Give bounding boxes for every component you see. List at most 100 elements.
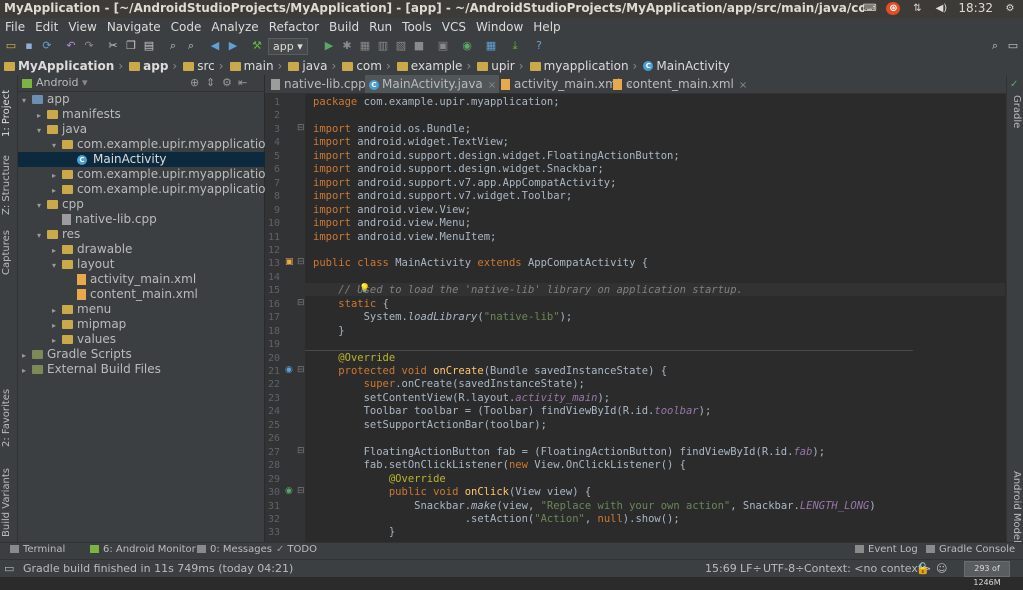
chevron-right-icon[interactable]: ▸ [22,363,32,377]
project-tree-item[interactable]: ▸ mipmap [18,317,298,332]
status-message[interactable]: Gradle build finished in 11s 749ms (toda… [23,562,293,575]
run-icon[interactable]: ▶ [322,39,336,53]
project-tree-item[interactable]: native-lib.cpp [18,212,298,227]
event-log-tool-button[interactable]: Event Log [855,544,918,555]
settings-gear-icon[interactable]: ⚙ [222,76,232,89]
menu-view[interactable]: View [63,20,101,34]
open-folder-icon[interactable]: ▭ [4,39,18,53]
terminal-tool-button[interactable]: Terminal [10,544,65,555]
menu-build[interactable]: Build [324,20,364,34]
project-tree-item[interactable]: ▸ manifests [18,107,283,122]
chevron-down-icon[interactable]: ▾ [37,198,47,212]
app-indicator-icon[interactable]: ⊛ [886,1,901,15]
save-all-icon[interactable]: ▪ [22,39,36,53]
status-panel-icon[interactable]: ▭ [4,562,14,575]
chevron-down-icon[interactable]: ▾ [22,93,32,107]
sync-scroll-icon[interactable]: ⊕ [190,76,199,89]
menu-window[interactable]: Window [471,20,528,34]
favorites-tool-tab[interactable]: 2: Favorites [1,389,12,447]
code-editor[interactable]: package com.example.upir.myapplication; i… [305,94,1006,542]
chevron-right-icon[interactable]: ▸ [52,333,62,347]
make-project-icon[interactable]: ⚒ [250,39,264,53]
breadcrumb-mainactivity[interactable]: C MainActivity [639,59,732,73]
power-gear-icon[interactable]: ⚙ [1003,2,1017,15]
paste-icon[interactable]: ▤ [142,39,156,53]
chevron-right-icon[interactable]: ▸ [52,303,62,317]
captures-tool-tab[interactable]: Captures [1,230,12,275]
menu-file[interactable]: File [0,20,30,34]
fold-icon[interactable]: ⊟ [297,486,305,496]
implement-icon[interactable]: ◉ [285,486,293,496]
sync-icon[interactable]: ⟳ [40,39,54,53]
menu-vcs[interactable]: VCS [437,20,471,34]
replace-icon[interactable]: ⌕ [184,39,198,53]
project-tree-item[interactable]: ▾ res [18,227,283,242]
chevron-right-icon[interactable]: ▸ [52,243,62,257]
project-tree-item[interactable]: ▾ com.example.upir.myapplication [18,137,298,152]
messages-tool-button[interactable]: 0: Messages [197,544,272,555]
gradle-tool-tab[interactable]: Gradle [1011,95,1022,128]
project-tool-tab[interactable]: 1: Project [1,90,12,137]
clock[interactable]: 18:32 [958,1,993,15]
avd-manager-icon[interactable]: ▣ [436,39,450,53]
menu-analyze[interactable]: Analyze [206,20,263,34]
stop-icon[interactable]: ■ [412,39,426,53]
project-tree-item[interactable]: ▸ External Build Files [18,362,268,377]
menu-help[interactable]: Help [528,20,565,34]
breadcrumb-com[interactable]: com › [338,59,392,73]
apply-changes-icon[interactable]: ▧ [394,39,408,53]
breadcrumb-upir[interactable]: upir › [473,59,525,73]
keyboard-icon[interactable]: ⌨ [862,2,876,15]
chevron-right-icon[interactable]: ▸ [52,183,62,197]
sdk-manager-icon[interactable]: ⤓ [508,39,522,53]
back-icon[interactable]: ◀ [208,39,222,53]
project-tree-item[interactable]: ▸com.example.upir.myapplication (test) [18,182,298,197]
breadcrumb-myapplication[interactable]: MyApplication › [0,59,125,73]
profile-icon[interactable]: ▦ [358,39,372,53]
collapse-all-icon[interactable]: ⇕ [206,76,215,89]
chevron-down-icon[interactable]: ▾ [37,228,47,242]
undo-icon[interactable]: ↶ [64,39,78,53]
gradle-console-tool-button[interactable]: Gradle Console [926,544,1015,555]
project-tree-item[interactable]: ▸com.example.upir.myapplication (andro [18,167,298,182]
chevron-right-icon[interactable]: ▸ [52,318,62,332]
menu-edit[interactable]: Edit [30,20,63,34]
project-tree-item[interactable]: ▸ values [18,332,298,347]
build-variants-tool-tab[interactable]: Build Variants [1,468,12,537]
fold-icon[interactable]: ⊟ [297,298,305,308]
fold-icon[interactable]: ⊟ [297,257,305,267]
bulb-icon[interactable]: 💡 [359,284,370,294]
project-tree-item[interactable]: ▾ app [18,92,268,107]
menu-refactor[interactable]: Refactor [264,20,324,34]
fold-icon[interactable]: ⊟ [297,123,305,133]
context-indicator[interactable]: Context: <no context> [804,562,931,575]
menu-tools[interactable]: Tools [397,20,437,34]
breadcrumb-myapplication[interactable]: myapplication › [526,59,640,73]
cut-icon[interactable]: ✂ [106,39,120,53]
tab-mainactivity-java[interactable]: C MainActivity.java × [365,75,499,93]
breadcrumb-app[interactable]: app › [125,59,179,73]
android-model-tool-tab[interactable]: Android Model [1011,471,1022,543]
project-tree-item[interactable]: ▸ menu [18,302,298,317]
project-tree-item[interactable]: ▾ cpp [18,197,283,212]
forward-icon[interactable]: ▶ [226,39,240,53]
lock-icon[interactable]: 🔓 [916,562,930,575]
android-monitor-tool-button[interactable]: 6: Android Monitor [90,544,196,555]
project-view-selector[interactable]: Android ▾ [22,76,88,89]
close-icon[interactable]: × [739,80,747,91]
network-icon[interactable]: ⇅ [910,2,924,15]
search-everywhere-icon[interactable]: ⌕ [988,39,1002,53]
find-icon[interactable]: ⌕ [166,39,180,53]
chevron-right-icon[interactable]: ▸ [52,168,62,182]
volume-icon[interactable]: ◀) [934,2,948,15]
close-icon[interactable]: × [488,80,496,91]
tab-activity-main-xml[interactable]: activity_main.xml × [497,75,634,93]
breadcrumb-main[interactable]: main › [226,59,285,73]
hide-panel-icon[interactable]: ⇤ [238,76,247,89]
copy-icon[interactable]: ❐ [124,39,138,53]
menu-navigate[interactable]: Navigate [102,20,166,34]
chevron-down-icon[interactable]: ▾ [52,258,62,272]
file-encoding[interactable]: UTF-8÷ [763,562,804,575]
todo-tool-button[interactable]: ✓ TODO [276,544,317,555]
tab-native-lib-cpp[interactable]: native-lib.cpp× [267,75,379,93]
